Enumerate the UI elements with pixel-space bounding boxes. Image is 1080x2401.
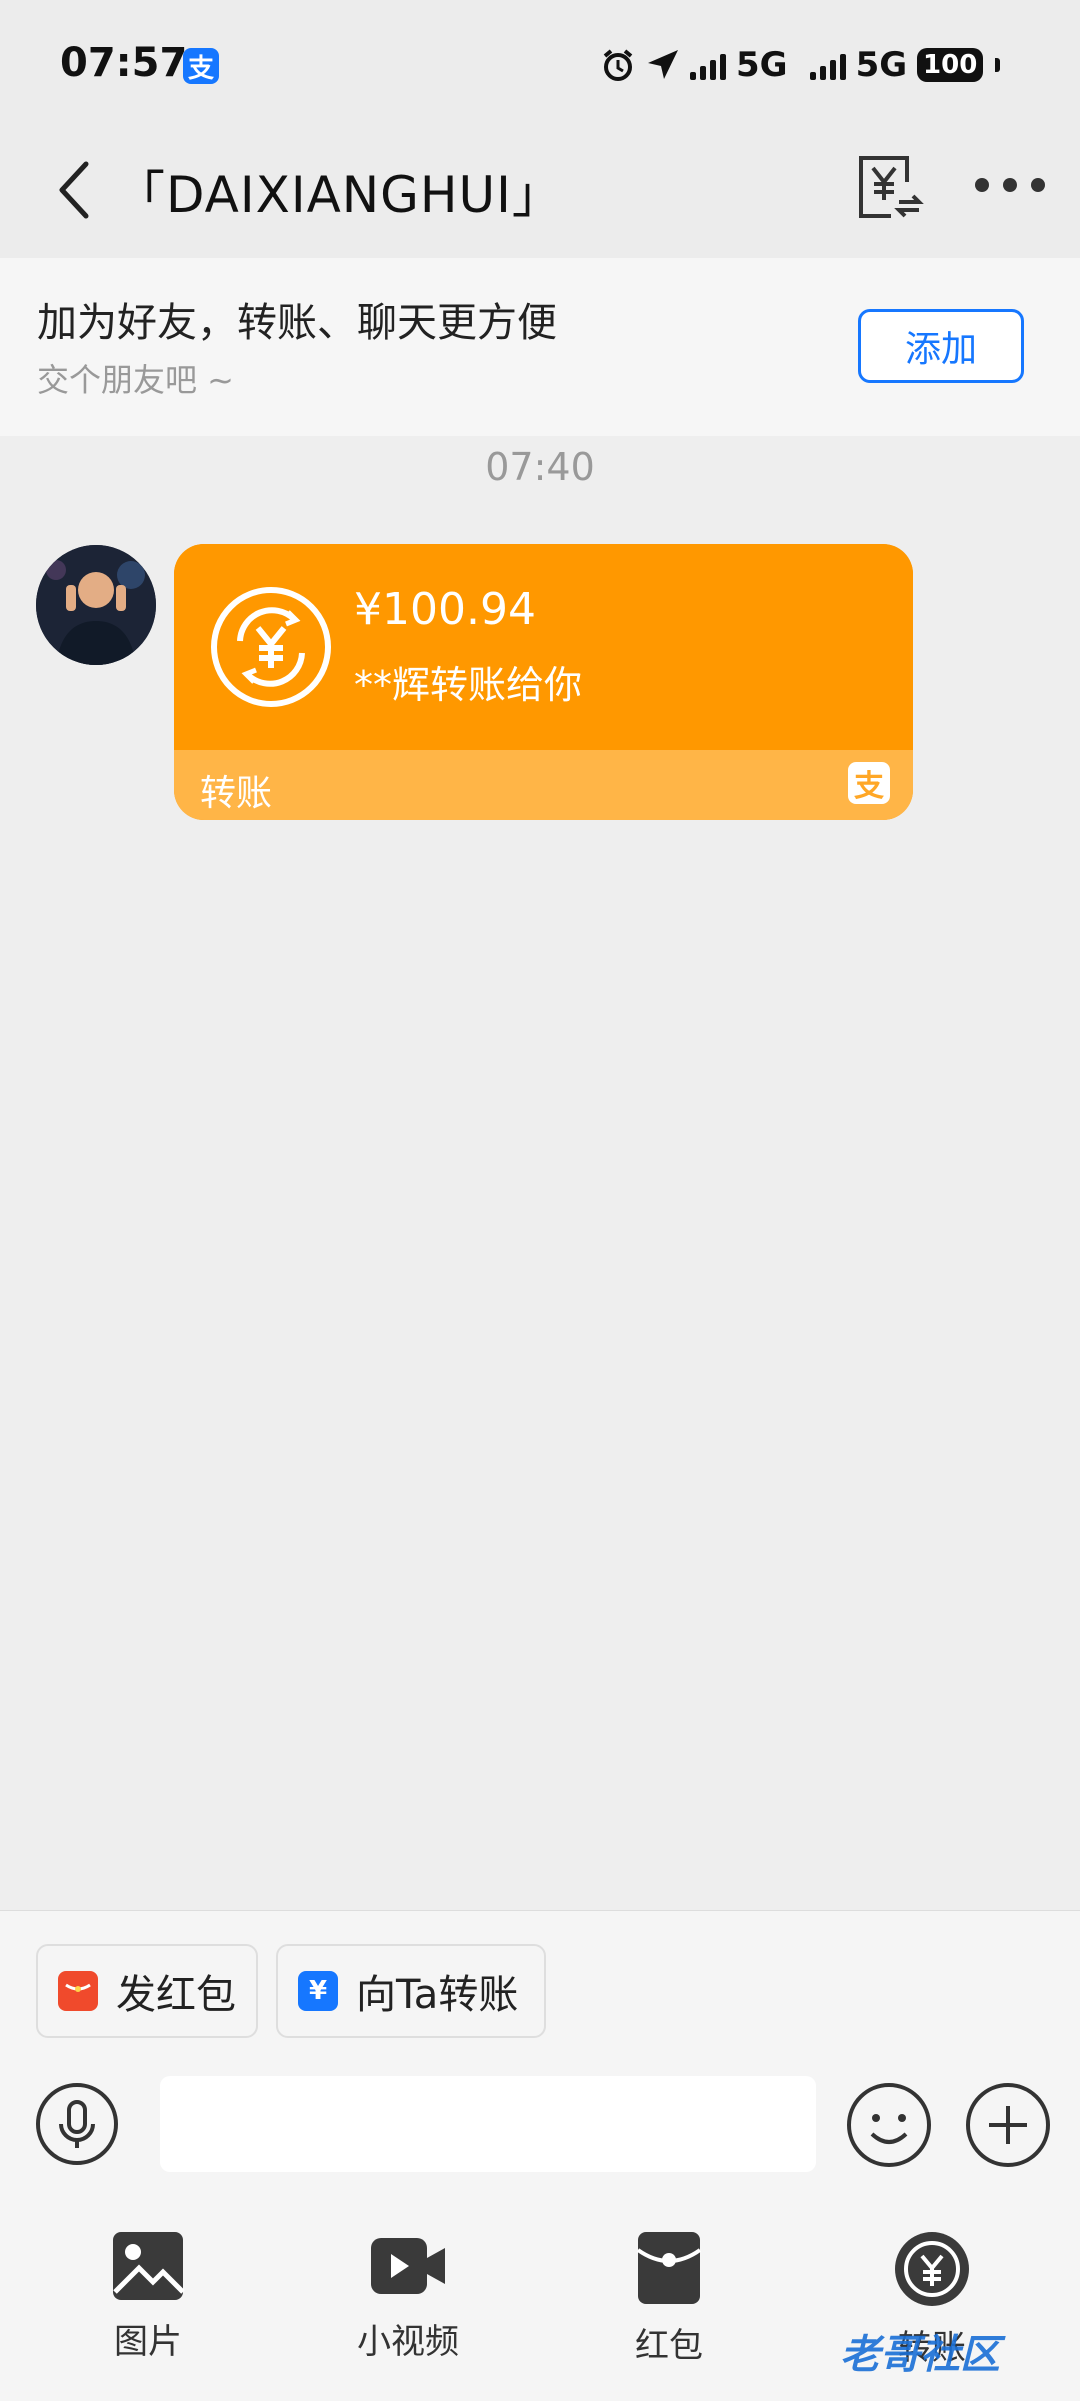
transfer-icon (895, 2232, 969, 2306)
alipay-logo-icon: 支 (848, 762, 890, 804)
dot (975, 178, 989, 192)
transfer-yuan-icon: ¥ (298, 1971, 338, 2011)
watermark: 老哥社区 (840, 2332, 1000, 2378)
transfer-card-footer (174, 750, 913, 820)
back-button[interactable] (44, 150, 104, 230)
red-envelope-icon (58, 1971, 98, 2011)
toolbar-label: 小视频 (357, 2322, 459, 2362)
alarm-icon (603, 49, 633, 81)
bill-transfer-button[interactable] (855, 152, 925, 222)
network-1-label: 5G (736, 45, 788, 85)
more-options-button[interactable] (975, 170, 1045, 200)
chip-label: 向Ta转账 (356, 1972, 519, 2018)
transfer-to-ta-chip[interactable]: ¥ 向Ta转账 (276, 1944, 546, 2038)
more-actions-button[interactable] (965, 2082, 1051, 2168)
dot (1003, 178, 1017, 192)
image-icon (113, 2232, 185, 2300)
transfer-card[interactable]: ¥100.94 **辉转账给你 转账 支 (174, 544, 913, 820)
microphone-icon (36, 2083, 118, 2165)
chevron-left-icon (59, 161, 89, 219)
message-input[interactable] (160, 2076, 816, 2172)
status-indicators: 5G 5G 100 (600, 40, 1001, 90)
send-red-packet-chip[interactable]: 发红包 (36, 1944, 258, 2038)
toolbar-label: 图片 (114, 2322, 182, 2362)
banner-title: 加为好友，转账、聊天更方便 (37, 300, 557, 346)
video-icon (371, 2238, 445, 2294)
transfer-amount: ¥100.94 (354, 584, 536, 635)
red-envelope-icon (636, 2232, 702, 2304)
signal-1-icon (690, 50, 726, 80)
avatar-image (36, 545, 156, 665)
toolbar-video[interactable]: 小视频 (338, 2230, 478, 2363)
transfer-label: 转账 (200, 773, 273, 814)
emoji-button[interactable] (846, 2082, 932, 2168)
status-time: 07:57 (60, 40, 188, 86)
banner-subtitle: 交个朋友吧 ~ (37, 361, 234, 399)
toolbar-red-packet[interactable]: 红包 (599, 2230, 739, 2367)
location-arrow-icon (648, 50, 678, 79)
message-timestamp: 07:40 (485, 445, 595, 489)
add-friend-button[interactable]: 添加 (858, 309, 1024, 383)
avatar[interactable] (36, 545, 156, 665)
plus-icon (966, 2083, 1050, 2167)
voice-button[interactable] (35, 2082, 119, 2166)
dot (1031, 178, 1045, 192)
network-2-label: 5G (855, 45, 908, 85)
battery-tip (995, 58, 1001, 72)
alipay-icon: 支 (183, 48, 219, 84)
transfer-description: **辉转账给你 (354, 663, 583, 707)
toolbar-label: 红包 (635, 2326, 703, 2366)
transfer-yuan-icon (211, 587, 331, 707)
battery-icon: 100 (917, 48, 984, 82)
smiley-icon (847, 2083, 931, 2167)
chat-title: 「DAIXIANGHUI」 (115, 166, 563, 224)
signal-2-icon (809, 50, 846, 80)
chip-label: 发红包 (116, 1972, 236, 2018)
bill-yuan-icon (859, 156, 924, 218)
toolbar-image[interactable]: 图片 (78, 2230, 218, 2363)
